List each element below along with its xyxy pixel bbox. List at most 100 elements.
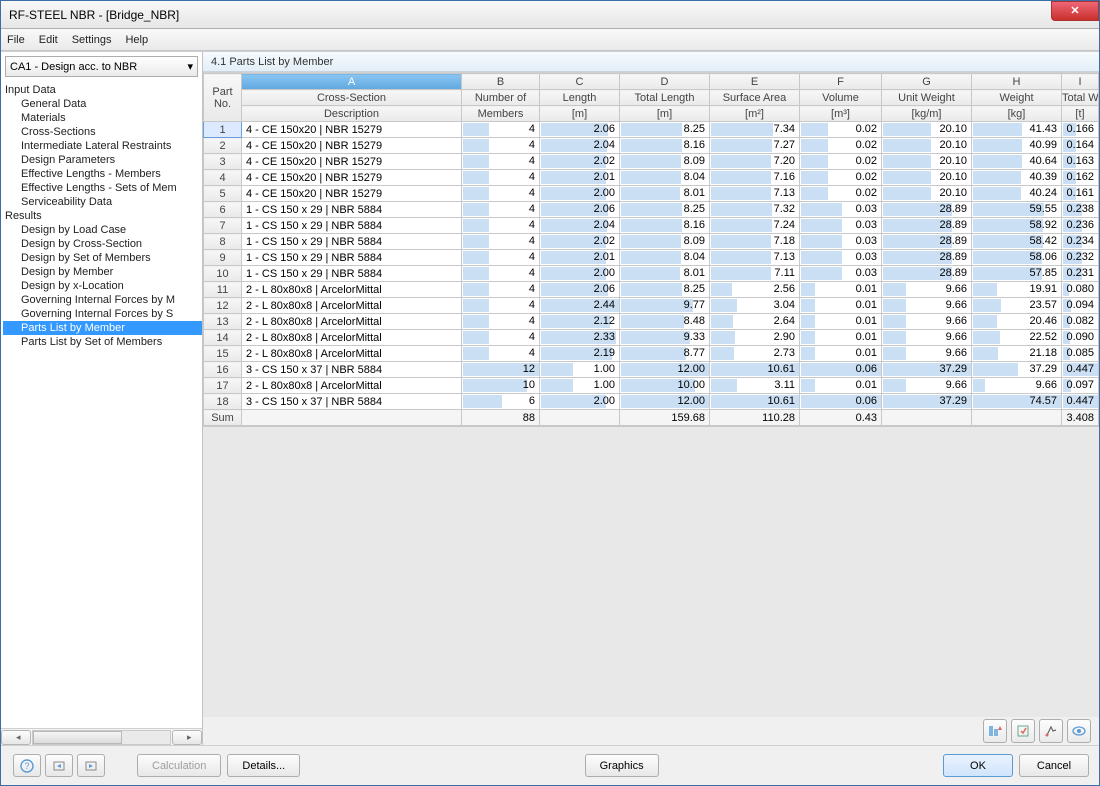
tree-materials[interactable]: Materials	[3, 111, 202, 125]
cell-length: 1.00	[540, 378, 620, 394]
next-button[interactable]	[77, 754, 105, 777]
toolbar-sort-icon[interactable]	[983, 719, 1007, 743]
table-row[interactable]: 3 4 - CE 150x20 | NBR 15279 4 2.02 8.09 …	[204, 154, 1099, 170]
sum-label: Sum	[204, 410, 242, 426]
row-number[interactable]: 7	[204, 218, 242, 234]
col-c-letter[interactable]: C	[540, 74, 620, 90]
details-button[interactable]: Details...	[227, 754, 300, 777]
toolbar-view-icon[interactable]	[1067, 719, 1091, 743]
cell-total-length: 8.01	[620, 186, 710, 202]
table-row[interactable]: 14 2 - L 80x80x8 | ArcelorMittal 4 2.33 …	[204, 330, 1099, 346]
table-row[interactable]: 7 1 - CS 150 x 29 | NBR 5884 4 2.04 8.16…	[204, 218, 1099, 234]
row-number[interactable]: 8	[204, 234, 242, 250]
col-b-letter[interactable]: B	[462, 74, 540, 90]
tree-group-input[interactable]: Input Data	[3, 83, 202, 97]
col-a-letter[interactable]: A	[242, 74, 462, 90]
toolbar-export-icon[interactable]	[1011, 719, 1035, 743]
row-number[interactable]: 10	[204, 266, 242, 282]
table-row[interactable]: 1 4 - CE 150x20 | NBR 15279 4 2.06 8.25 …	[204, 122, 1099, 138]
row-number[interactable]: 17	[204, 378, 242, 394]
col-i-letter[interactable]: I	[1062, 74, 1099, 90]
tree-gov-if-member[interactable]: Governing Internal Forces by M	[3, 293, 202, 307]
tree-effective-lengths-sets[interactable]: Effective Lengths - Sets of Mem	[3, 181, 202, 195]
table-row[interactable]: 8 1 - CS 150 x 29 | NBR 5884 4 2.02 8.09…	[204, 234, 1099, 250]
cell-members: 4	[462, 330, 540, 346]
row-number[interactable]: 1	[204, 122, 242, 138]
menu-help[interactable]: Help	[125, 34, 148, 46]
cell-total-length: 8.04	[620, 170, 710, 186]
col-no[interactable]: PartNo.	[204, 74, 242, 122]
tree-design-parameters[interactable]: Design Parameters	[3, 153, 202, 167]
close-button[interactable]: ✕	[1051, 1, 1099, 21]
table-row[interactable]: 13 2 - L 80x80x8 | ArcelorMittal 4 2.12 …	[204, 314, 1099, 330]
scroll-left-icon[interactable]: ◂	[1, 730, 31, 745]
help-button[interactable]: ?	[13, 754, 41, 777]
tree-design-by-cross-section[interactable]: Design by Cross-Section	[3, 237, 202, 251]
table-row[interactable]: 6 1 - CS 150 x 29 | NBR 5884 4 2.06 8.25…	[204, 202, 1099, 218]
cell-weight: 58.92	[972, 218, 1062, 234]
table-row[interactable]: 10 1 - CS 150 x 29 | NBR 5884 4 2.00 8.0…	[204, 266, 1099, 282]
cell-unit-weight: 28.89	[882, 202, 972, 218]
tree-general-data[interactable]: General Data	[3, 97, 202, 111]
row-number[interactable]: 6	[204, 202, 242, 218]
tree-parts-list-by-member[interactable]: Parts List by Member	[3, 321, 202, 335]
tree-serviceability-data[interactable]: Serviceability Data	[3, 195, 202, 209]
tree-intermediate-lateral-restraints[interactable]: Intermediate Lateral Restraints	[3, 139, 202, 153]
tree-design-by-member[interactable]: Design by Member	[3, 265, 202, 279]
cell-members: 4	[462, 170, 540, 186]
row-number[interactable]: 12	[204, 298, 242, 314]
table-row[interactable]: 2 4 - CE 150x20 | NBR 15279 4 2.04 8.16 …	[204, 138, 1099, 154]
row-number[interactable]: 18	[204, 394, 242, 410]
row-number[interactable]: 13	[204, 314, 242, 330]
table-row[interactable]: 4 4 - CE 150x20 | NBR 15279 4 2.01 8.04 …	[204, 170, 1099, 186]
tree-design-by-load-case[interactable]: Design by Load Case	[3, 223, 202, 237]
case-dropdown[interactable]: CA1 - Design acc. to NBR ▾	[5, 56, 198, 77]
toolbar-pick-icon[interactable]	[1039, 719, 1063, 743]
tree-group-results[interactable]: Results	[3, 209, 202, 223]
tree-parts-list-by-set[interactable]: Parts List by Set of Members	[3, 335, 202, 349]
row-number[interactable]: 9	[204, 250, 242, 266]
tree-design-by-x-location[interactable]: Design by x-Location	[3, 279, 202, 293]
table-row[interactable]: 17 2 - L 80x80x8 | ArcelorMittal 10 1.00…	[204, 378, 1099, 394]
ok-button[interactable]: OK	[943, 754, 1013, 777]
prev-button[interactable]	[45, 754, 73, 777]
tree-design-by-set-of-members[interactable]: Design by Set of Members	[3, 251, 202, 265]
row-number[interactable]: 14	[204, 330, 242, 346]
tree-effective-lengths-members[interactable]: Effective Lengths - Members	[3, 167, 202, 181]
cell-surface: 3.04	[710, 298, 800, 314]
scroll-track[interactable]	[32, 730, 171, 745]
row-number[interactable]: 2	[204, 138, 242, 154]
row-number[interactable]: 4	[204, 170, 242, 186]
col-d-bot: [m]	[620, 106, 710, 122]
scroll-right-icon[interactable]: ▸	[172, 730, 202, 745]
table-row[interactable]: 5 4 - CE 150x20 | NBR 15279 4 2.00 8.01 …	[204, 186, 1099, 202]
table-row[interactable]: 11 2 - L 80x80x8 | ArcelorMittal 4 2.06 …	[204, 282, 1099, 298]
row-number[interactable]: 11	[204, 282, 242, 298]
col-f-letter[interactable]: F	[800, 74, 882, 90]
table-row[interactable]: 9 1 - CS 150 x 29 | NBR 5884 4 2.01 8.04…	[204, 250, 1099, 266]
row-number[interactable]: 5	[204, 186, 242, 202]
cancel-button[interactable]: Cancel	[1019, 754, 1089, 777]
col-g-letter[interactable]: G	[882, 74, 972, 90]
tree-cross-sections[interactable]: Cross-Sections	[3, 125, 202, 139]
graphics-button[interactable]: Graphics	[585, 754, 659, 777]
row-number[interactable]: 3	[204, 154, 242, 170]
table-row[interactable]: 12 2 - L 80x80x8 | ArcelorMittal 4 2.44 …	[204, 298, 1099, 314]
parts-table[interactable]: PartNo. A B C D E F G H I Cross-Se	[203, 73, 1099, 426]
col-h-letter[interactable]: H	[972, 74, 1062, 90]
cell-members: 4	[462, 202, 540, 218]
scroll-thumb[interactable]	[33, 731, 122, 744]
col-e-letter[interactable]: E	[710, 74, 800, 90]
left-scrollbar[interactable]: ◂ ▸	[1, 728, 202, 745]
menu-file[interactable]: File	[7, 34, 25, 46]
row-number[interactable]: 15	[204, 346, 242, 362]
menu-edit[interactable]: Edit	[39, 34, 58, 46]
row-number[interactable]: 16	[204, 362, 242, 378]
col-d-letter[interactable]: D	[620, 74, 710, 90]
menu-settings[interactable]: Settings	[72, 34, 112, 46]
table-row[interactable]: 16 3 - CS 150 x 37 | NBR 5884 12 1.00 12…	[204, 362, 1099, 378]
calculation-button[interactable]: Calculation	[137, 754, 221, 777]
table-row[interactable]: 18 3 - CS 150 x 37 | NBR 5884 6 2.00 12.…	[204, 394, 1099, 410]
table-row[interactable]: 15 2 - L 80x80x8 | ArcelorMittal 4 2.19 …	[204, 346, 1099, 362]
tree-gov-if-set[interactable]: Governing Internal Forces by S	[3, 307, 202, 321]
